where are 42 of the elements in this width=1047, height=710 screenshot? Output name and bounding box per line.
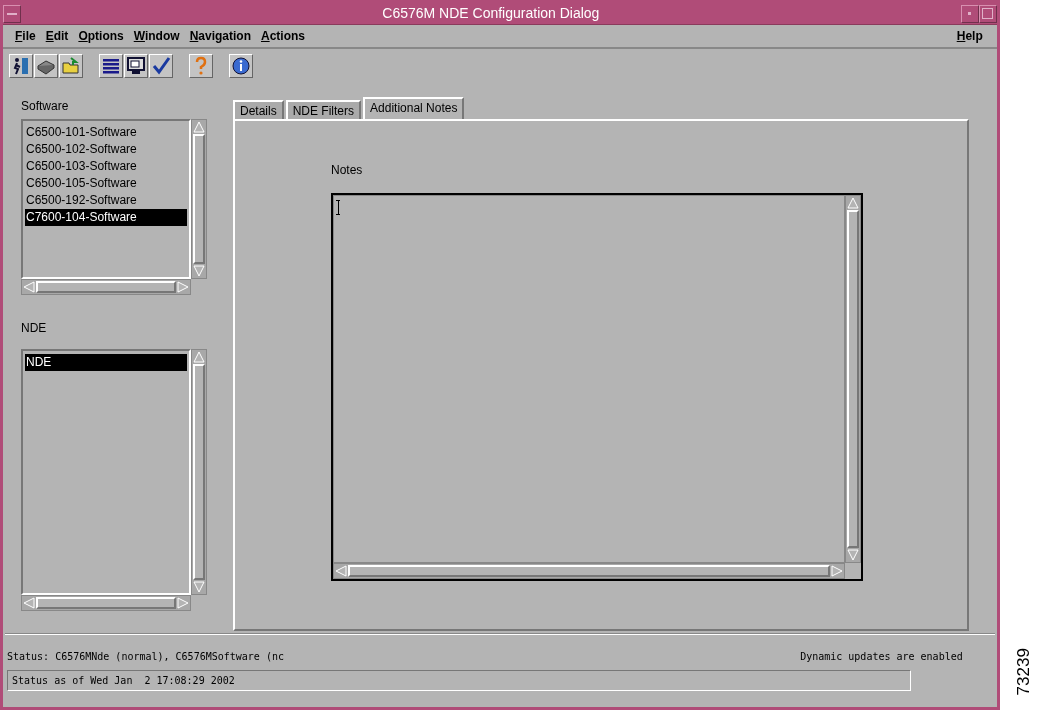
status-text: Status: C6576MNde (normal), C6576MSoftware (nc [7, 650, 284, 664]
software-label: Software [21, 98, 70, 115]
menu-item[interactable]: File [11, 27, 40, 45]
tab[interactable]: NDE Filters [285, 100, 362, 119]
list-item[interactable]: C6500-105-Software [25, 175, 187, 192]
list-icon[interactable] [99, 54, 123, 78]
info-icon[interactable] [229, 54, 253, 78]
running-person-icon[interactable] [9, 54, 33, 78]
menu-item[interactable]: Navigation [185, 27, 255, 45]
list-item[interactable]: C6500-192-Software [25, 192, 187, 209]
menu-item[interactable]: Actions [257, 27, 309, 45]
list-item[interactable]: C6500-102-Software [25, 141, 187, 158]
menu-item[interactable]: Options [74, 27, 128, 45]
help-menu[interactable]: Help [952, 27, 987, 45]
text-cursor-icon [336, 200, 340, 215]
vertical-scrollbar[interactable] [845, 195, 861, 563]
tab[interactable]: Additional Notes [363, 97, 465, 119]
dynamic-updates-text: Dynamic updates are enabled [800, 650, 963, 664]
vertical-scrollbar[interactable] [191, 349, 207, 595]
monitor-icon[interactable] [124, 54, 148, 78]
horizontal-scrollbar[interactable] [333, 563, 845, 579]
list-item[interactable]: C7600-104-Software [25, 209, 187, 226]
question-mark-icon[interactable] [189, 54, 213, 78]
maximize-button[interactable] [978, 4, 997, 23]
list-item[interactable]: C6500-103-Software [25, 158, 187, 175]
menu-item[interactable]: Window [129, 27, 184, 45]
status-time-field: Status as of Wed Jan 2 17:08:29 2002 [7, 670, 911, 691]
checkmark-icon[interactable] [149, 54, 173, 78]
list-item[interactable]: NDE [25, 354, 187, 371]
horizontal-scrollbar[interactable] [21, 279, 191, 295]
vertical-scrollbar[interactable] [191, 119, 207, 279]
horizontal-scrollbar[interactable] [21, 595, 191, 611]
tab[interactable]: Details [233, 100, 284, 119]
figure-number: 73239 [1012, 647, 1034, 695]
folder-icon[interactable] [59, 54, 83, 78]
menu-item[interactable]: Edit [41, 27, 73, 45]
window-menu-button[interactable] [3, 4, 21, 23]
notes-label: Notes [331, 162, 364, 179]
window-title: C6576M NDE Configuration Dialog [381, 4, 601, 23]
nde-label: NDE [21, 320, 48, 337]
list-item[interactable]: C6500-101-Software [25, 124, 187, 141]
minimize-button[interactable] [960, 4, 979, 23]
